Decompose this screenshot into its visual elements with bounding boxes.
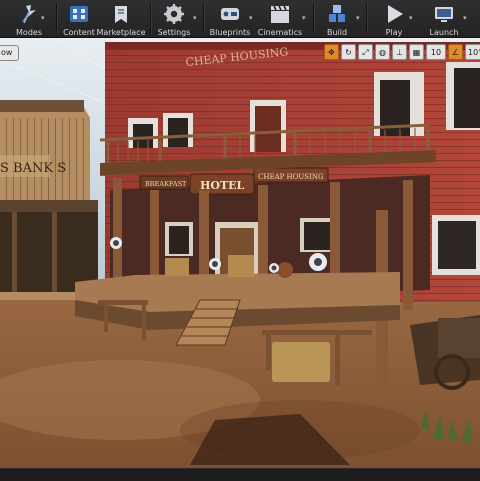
marketplace-button[interactable]: Marketplace <box>96 0 146 37</box>
bank-building: S BANK S <box>0 100 98 300</box>
viewport-scene: S BANK S CHEAP HOUSING BREAKFAST HOTEL C… <box>0 38 480 468</box>
viewport-bottom-border <box>0 468 480 481</box>
content-label: Content <box>63 28 95 37</box>
play-button[interactable]: Play <box>375 0 413 37</box>
build-dropdown-arrow[interactable]: ▾ <box>356 15 362 22</box>
rotation-snap-toggle[interactable]: ∠ <box>448 44 463 60</box>
clapperboard-icon <box>271 5 289 23</box>
content-button[interactable]: Content <box>60 0 98 37</box>
blueprints-dropdown-arrow[interactable]: ▾ <box>249 15 255 22</box>
play-label: Play <box>385 28 403 37</box>
rotate-icon: ↻ <box>345 48 352 57</box>
cinematics-dropdown-arrow[interactable]: ▾ <box>302 15 308 22</box>
toolbar-separator <box>313 3 314 34</box>
launch-button[interactable]: Launch <box>425 0 463 37</box>
hitching-rail <box>262 330 372 335</box>
marketplace-icon <box>115 6 127 23</box>
build-label: Build <box>326 28 348 37</box>
build-icon <box>329 5 345 22</box>
marketplace-label: Marketplace <box>96 28 146 37</box>
breakfast-sign: BREAKFAST <box>145 180 187 188</box>
modes-icon <box>22 5 36 24</box>
settings-label: Settings <box>157 28 191 37</box>
cinematics-button[interactable]: Cinematics <box>258 0 302 37</box>
angle-icon: ∠ <box>451 48 460 57</box>
build-button[interactable]: Build <box>318 0 356 37</box>
launch-label: Launch <box>429 28 459 37</box>
viewport-transform-toolbar: ✥ ↻ ⤢ ◍ ⊥ ▦ 10 ∠ 10° <box>324 44 480 60</box>
crate <box>165 258 189 276</box>
rotation-snap-value[interactable]: 10° <box>465 44 480 60</box>
porch-pillar <box>403 180 413 310</box>
toolbar-separator <box>203 3 204 34</box>
grid-icon: ▦ <box>412 48 421 57</box>
toolbar-separator <box>56 3 57 34</box>
surface-snap-toggle[interactable]: ⊥ <box>392 44 407 60</box>
modes-label: Modes <box>16 28 42 37</box>
grid-snap-toggle[interactable]: ▦ <box>409 44 424 60</box>
porch-sign: CHEAP HOUSING <box>258 173 324 181</box>
hay-bale <box>272 342 330 382</box>
crate <box>228 255 254 277</box>
settings-button[interactable]: Settings <box>155 0 193 37</box>
wagon <box>410 315 480 390</box>
move-icon: ✥ <box>328 48 335 57</box>
grid-snap-value[interactable]: 10 <box>426 44 446 60</box>
select-translate-tool[interactable]: ✥ <box>324 44 339 60</box>
blueprints-button[interactable]: Blueprints <box>208 0 252 37</box>
modes-dropdown-arrow[interactable]: ▾ <box>41 15 47 22</box>
scale-tool[interactable]: ⤢ <box>358 44 373 60</box>
coordinate-system-toggle[interactable]: ◍ <box>375 44 390 60</box>
play-dropdown-arrow[interactable]: ▾ <box>409 15 415 22</box>
rotate-tool[interactable]: ↻ <box>341 44 356 60</box>
play-icon <box>388 5 403 23</box>
cinematics-label: Cinematics <box>257 28 303 37</box>
settings-dropdown-arrow[interactable]: ▾ <box>193 15 199 22</box>
level-viewport[interactable]: S BANK S CHEAP HOUSING BREAKFAST HOTEL C… <box>0 38 480 468</box>
bank-sign: S BANK S <box>0 161 66 176</box>
blueprints-icon <box>221 8 239 20</box>
barrel <box>277 262 293 278</box>
gear-icon <box>164 4 184 24</box>
surface-snap-icon: ⊥ <box>396 48 403 57</box>
main-toolbar: Modes ▾ Content Marketplace Settings ▾ B… <box>0 0 480 38</box>
scale-icon: ⤢ <box>362 48 369 57</box>
blueprints-label: Blueprints <box>209 28 251 37</box>
globe-icon: ◍ <box>379 48 386 57</box>
content-icon <box>70 6 88 22</box>
viewport-options-button[interactable]: ow <box>0 45 20 61</box>
toolbar-separator <box>366 3 367 34</box>
toolbar-separator <box>150 3 151 34</box>
launch-dropdown-arrow[interactable]: ▾ <box>463 15 469 22</box>
launch-icon <box>435 7 453 22</box>
